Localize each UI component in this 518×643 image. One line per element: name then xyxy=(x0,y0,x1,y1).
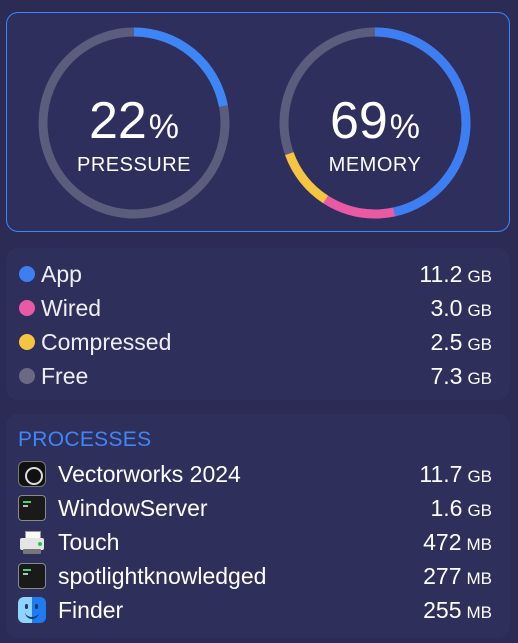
process-row-touch[interactable]: Touch 472 MB xyxy=(16,526,492,558)
process-amount: 1.6 xyxy=(430,495,463,521)
process-unit: MB xyxy=(466,603,493,622)
process-amount: 255 xyxy=(423,597,462,623)
legend-value: 3.0 GB xyxy=(430,292,492,327)
memory-value: 69 xyxy=(329,92,388,150)
pressure-gauge: 22% PRESSURE xyxy=(34,23,234,223)
process-unit: MB xyxy=(466,569,493,588)
legend-unit: GB xyxy=(467,267,492,286)
memory-gauge: 69% MEMORY xyxy=(275,23,475,223)
process-memory: 11.7 GB xyxy=(419,458,492,493)
process-amount: 11.7 xyxy=(419,461,463,487)
process-name: Finder xyxy=(58,597,124,623)
process-unit: GB xyxy=(467,501,492,520)
legend-unit: GB xyxy=(467,335,492,354)
printer-icon xyxy=(18,529,46,555)
gauges-panel: 22% PRESSURE 69% MEMORY xyxy=(6,12,510,232)
process-row-vectorworks[interactable]: Vectorworks 2024 11.7 GB xyxy=(16,458,492,490)
process-name: WindowServer xyxy=(58,495,208,521)
process-row-finder[interactable]: Finder 255 MB xyxy=(16,594,492,626)
process-memory: 277 MB xyxy=(423,560,492,595)
memory-label: MEMORY xyxy=(328,154,422,176)
process-memory: 1.6 GB xyxy=(430,492,492,527)
legend-row-app: App 11.2 GB xyxy=(16,258,492,290)
legend-amount: 2.5 xyxy=(430,329,463,355)
processes-heading: PROCESSES xyxy=(18,428,152,451)
legend-value: 2.5 GB xyxy=(430,326,492,361)
pink-dot-icon xyxy=(19,300,35,316)
memory-breakdown-panel: App 11.2 GB Wired 3.0 GB Compressed 2.5 GB … xyxy=(6,248,510,400)
pressure-label: PRESSURE xyxy=(76,154,192,176)
pressure-percent-symbol: % xyxy=(148,108,180,146)
process-memory: 255 MB xyxy=(423,594,492,629)
legend-label: Wired xyxy=(41,295,102,321)
process-unit: GB xyxy=(467,467,492,486)
legend-value: 11.2 GB xyxy=(419,258,492,293)
pressure-percent: 22% xyxy=(34,95,234,153)
gray-dot-icon xyxy=(19,368,35,384)
memory-percent-symbol: % xyxy=(389,108,421,146)
process-memory: 472 MB xyxy=(423,526,492,561)
blue-dot-icon xyxy=(19,266,35,282)
memory-percent: 69% xyxy=(275,95,475,153)
legend-amount: 3.0 xyxy=(430,295,463,321)
terminal-icon xyxy=(18,563,46,589)
legend-unit: GB xyxy=(467,301,492,320)
pressure-value: 22 xyxy=(88,92,147,150)
legend-label: Compressed xyxy=(41,329,172,355)
terminal-icon xyxy=(18,495,46,521)
legend-row-compressed: Compressed 2.5 GB xyxy=(16,326,492,358)
process-row-spotlightknowledged[interactable]: spotlightknowledged 277 MB xyxy=(16,560,492,592)
process-name: Vectorworks 2024 xyxy=(58,461,241,487)
legend-amount: 11.2 xyxy=(419,261,463,287)
process-row-windowserver[interactable]: WindowServer 1.6 GB xyxy=(16,492,492,524)
finder-icon xyxy=(18,597,46,623)
process-name: Touch xyxy=(58,529,120,555)
process-unit: MB xyxy=(466,535,493,554)
legend-label: Free xyxy=(41,363,89,389)
yellow-dot-icon xyxy=(19,334,35,350)
legend-amount: 7.3 xyxy=(430,363,463,389)
legend-label: App xyxy=(41,261,82,287)
vectorworks-icon xyxy=(18,461,46,487)
legend-row-free: Free 7.3 GB xyxy=(16,360,492,392)
legend-row-wired: Wired 3.0 GB xyxy=(16,292,492,324)
process-amount: 472 xyxy=(423,529,462,555)
process-amount: 277 xyxy=(423,563,462,589)
processes-panel: PROCESSES Vectorworks 2024 11.7 GB Window… xyxy=(6,414,510,638)
legend-unit: GB xyxy=(467,369,492,388)
legend-value: 7.3 GB xyxy=(430,360,492,395)
process-name: spotlightknowledged xyxy=(58,563,267,589)
